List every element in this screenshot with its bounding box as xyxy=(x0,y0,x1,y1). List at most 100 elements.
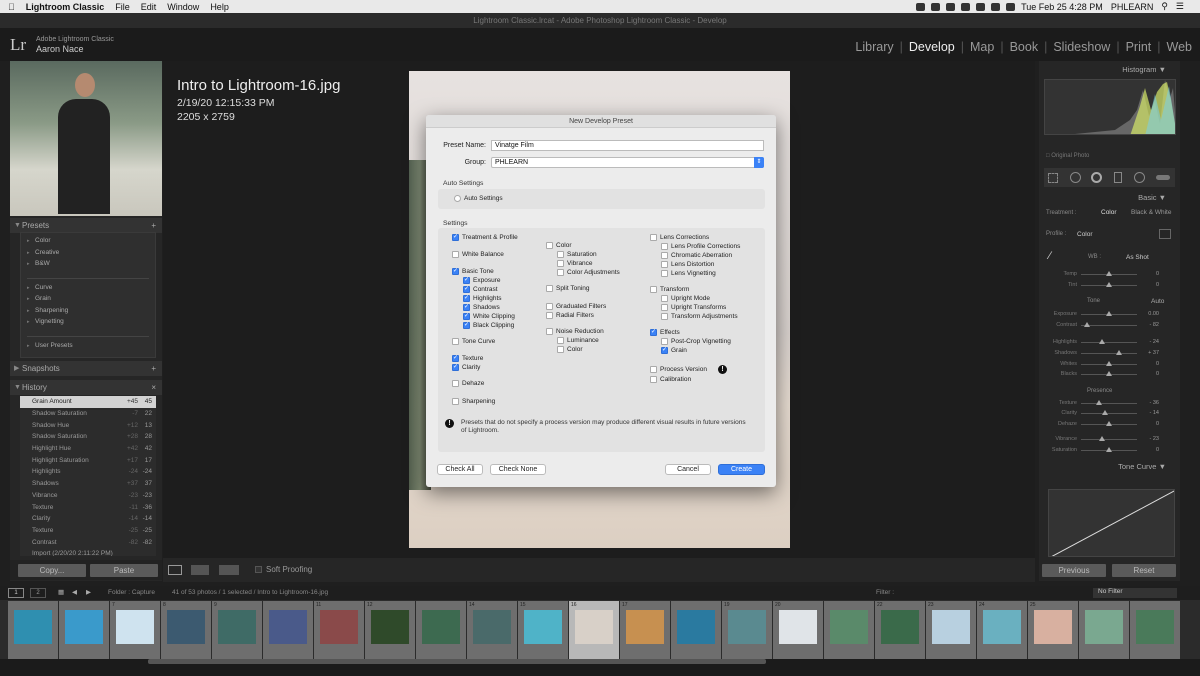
setting-checkbox[interactable]: ✓ Effects xyxy=(650,329,680,336)
setting-checkbox[interactable]: Graduated Filters xyxy=(546,303,606,310)
slider-tint[interactable]: Tint 0 xyxy=(1039,281,1159,289)
auto-settings-checkbox[interactable]: Auto Settings xyxy=(454,195,503,202)
module-map[interactable]: Map xyxy=(970,40,994,54)
filmstrip-thumbnail[interactable]: 12 xyxy=(365,601,415,659)
preset-folder-sharpening[interactable]: Sharpening xyxy=(21,307,155,319)
slider-value[interactable]: 0 xyxy=(1137,371,1159,377)
setting-checkbox[interactable]: ✓ Treatment & Profile xyxy=(452,234,518,241)
preset-name-field[interactable]: Vinatge Film xyxy=(491,140,764,151)
slider-value[interactable]: - 23 xyxy=(1137,436,1159,442)
filmstrip-thumbnail[interactable] xyxy=(416,601,466,659)
previous-button[interactable]: Previous xyxy=(1042,564,1106,577)
slider-value[interactable]: - 24 xyxy=(1137,339,1159,345)
setting-checkbox[interactable]: ✓ Clarity xyxy=(452,364,480,371)
setting-checkbox[interactable]: Calibration xyxy=(650,376,691,383)
add-snapshot-icon[interactable]: + xyxy=(151,361,156,376)
slider-knob[interactable] xyxy=(1095,399,1102,405)
soft-proofing-checkbox[interactable] xyxy=(255,566,262,573)
status-icon[interactable] xyxy=(931,2,941,11)
menu-app-name[interactable]: Lightroom Classic xyxy=(26,2,105,12)
module-book[interactable]: Book xyxy=(1010,40,1039,54)
setting-checkbox[interactable]: Lens Distortion xyxy=(661,261,714,268)
display-1-button[interactable]: 1 xyxy=(8,588,24,598)
slider-track[interactable] xyxy=(1081,349,1137,355)
chevron-updown-icon[interactable]: ⇕ xyxy=(754,157,764,168)
setting-checkbox[interactable]: Color xyxy=(557,346,583,353)
slider-blacks[interactable]: Blacks 0 xyxy=(1039,370,1159,378)
left-panel-collapse[interactable] xyxy=(0,61,10,581)
setting-checkbox[interactable]: ✓ Highlights xyxy=(463,295,502,302)
filmstrip-thumbnail[interactable]: 17 xyxy=(620,601,670,659)
setting-checkbox[interactable]: Process Version xyxy=(650,366,707,373)
slider-track[interactable] xyxy=(1081,360,1137,366)
preset-folder-curve[interactable]: Curve xyxy=(21,284,155,296)
slider-track[interactable] xyxy=(1081,446,1137,452)
slider-dehaze[interactable]: Dehaze 0 xyxy=(1039,420,1159,428)
history-row[interactable]: Import (2/20/20 2:11:22 PM) xyxy=(20,548,156,556)
preset-folder-user[interactable]: User Presets xyxy=(21,342,155,354)
apple-icon[interactable]:  xyxy=(8,2,15,12)
setting-checkbox[interactable]: Luminance xyxy=(557,337,599,344)
setting-checkbox[interactable]: Transform Adjustments xyxy=(661,313,738,320)
slider-knob[interactable] xyxy=(1106,270,1112,276)
profile-browser-icon[interactable] xyxy=(1159,229,1171,239)
wb-select[interactable]: As Shot xyxy=(1126,254,1149,261)
adjustment-brush-icon[interactable] xyxy=(1156,175,1170,180)
setting-checkbox[interactable]: Transform xyxy=(650,286,689,293)
history-row[interactable]: Vibrance -23 -23 xyxy=(20,490,156,502)
filmstrip-thumbnail[interactable]: 11 xyxy=(314,601,364,659)
filmstrip-scrollbar[interactable] xyxy=(0,659,1200,676)
filmstrip-thumbnail[interactable] xyxy=(8,601,58,659)
setting-checkbox[interactable]: Color xyxy=(546,242,572,249)
slider-exposure[interactable]: Exposure 0.00 xyxy=(1039,310,1159,318)
filmstrip-thumbnail[interactable] xyxy=(671,601,721,659)
tone-curve-graph[interactable] xyxy=(1048,489,1175,557)
preset-folder-bw[interactable]: B&W xyxy=(21,260,155,272)
filmstrip-thumbnail[interactable]: 9 xyxy=(212,601,262,659)
presets-header[interactable]: ▼ Presets + xyxy=(10,218,162,233)
treatment-bw-option[interactable]: Black & White xyxy=(1131,209,1171,216)
status-icon[interactable] xyxy=(916,2,926,11)
filmstrip-thumbnail[interactable]: 14 xyxy=(467,601,517,659)
setting-checkbox[interactable]: Lens Vignetting xyxy=(661,270,716,277)
setting-checkbox[interactable]: Sharpening xyxy=(452,398,495,405)
setting-checkbox[interactable]: Radial Filters xyxy=(546,312,594,319)
tone-curve-header[interactable]: Tone Curve ▼ xyxy=(1039,462,1180,471)
history-row[interactable]: Clarity -14 -14 xyxy=(20,513,156,525)
slider-knob[interactable] xyxy=(1083,321,1090,327)
filmstrip-thumbnail[interactable] xyxy=(59,601,109,659)
preset-folder-color[interactable]: Color xyxy=(21,237,155,249)
slider-highlights[interactable]: Highlights - 24 xyxy=(1039,338,1159,346)
create-button[interactable]: Create xyxy=(718,464,765,475)
setting-checkbox[interactable]: Post-Crop Vignetting xyxy=(661,338,731,345)
filmstrip-thumbnail[interactable]: 23 xyxy=(926,601,976,659)
setting-checkbox[interactable]: ✓ White Clipping xyxy=(463,313,515,320)
setting-checkbox[interactable]: ✓ Exposure xyxy=(463,277,500,284)
search-icon[interactable]: ⚲ xyxy=(1161,1,1168,12)
histogram[interactable] xyxy=(1044,79,1176,135)
module-library[interactable]: Library xyxy=(855,40,893,54)
setting-checkbox[interactable]: Color Adjustments xyxy=(557,269,620,276)
slider-value[interactable]: - 82 xyxy=(1137,322,1159,328)
collapse-triangle-icon[interactable]: ▼ xyxy=(14,218,21,233)
history-row[interactable]: Shadows +37 37 xyxy=(20,478,156,490)
reset-button[interactable]: Reset xyxy=(1112,564,1176,577)
setting-checkbox[interactable]: ✓ Texture xyxy=(452,355,483,362)
slider-texture[interactable]: Texture - 36 xyxy=(1039,399,1159,407)
slider-saturation[interactable]: Saturation 0 xyxy=(1039,446,1159,454)
expand-triangle-icon[interactable]: ▶ xyxy=(14,361,19,376)
clock[interactable]: Tue Feb 25 4:28 PM xyxy=(1021,2,1103,12)
photo-count[interactable]: 41 of 53 photos / 1 selected / Intro to … xyxy=(172,589,328,596)
status-icon[interactable] xyxy=(946,2,956,11)
setting-checkbox[interactable]: Tone Curve xyxy=(452,338,495,345)
history-row[interactable]: Highlights -24 -24 xyxy=(20,466,156,478)
histogram-header[interactable]: Histogram ▼ xyxy=(1039,65,1180,74)
setting-checkbox[interactable]: Chromatic Aberration xyxy=(661,252,732,259)
slider-track[interactable] xyxy=(1081,338,1137,344)
history-header[interactable]: ▼ History × xyxy=(10,380,162,395)
volume-icon[interactable] xyxy=(991,2,1001,11)
slider-track[interactable] xyxy=(1081,370,1137,376)
right-panel-collapse[interactable] xyxy=(1186,61,1200,581)
filmstrip-thumbnail[interactable] xyxy=(824,601,874,659)
slider-track[interactable] xyxy=(1081,270,1137,276)
